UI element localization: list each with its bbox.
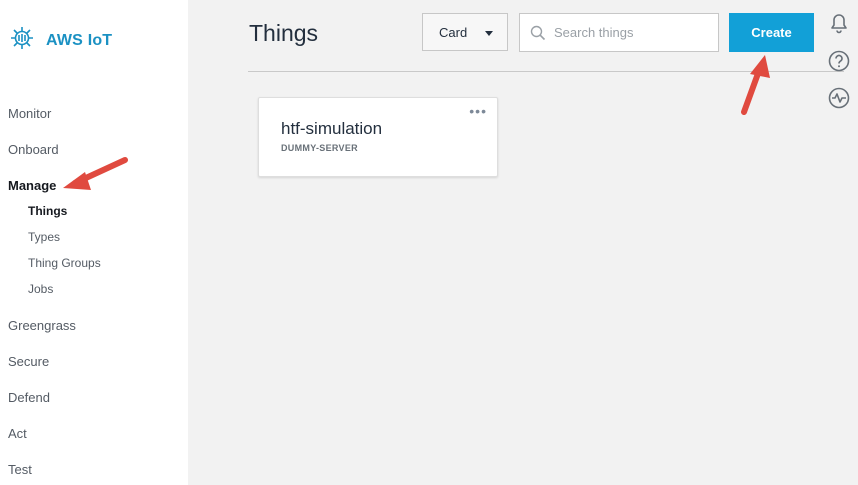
more-horizontal-icon[interactable]: •••: [469, 103, 487, 119]
thing-type: DUMMY-SERVER: [281, 143, 358, 153]
view-mode-value: Card: [439, 24, 468, 40]
search-box[interactable]: [519, 13, 719, 52]
search-icon: [530, 25, 546, 41]
sidebar-item-monitor[interactable]: Monitor: [8, 106, 51, 121]
sidebar-item-secure[interactable]: Secure: [8, 354, 49, 369]
bell-icon[interactable]: [828, 11, 850, 40]
main-content: Things Card Create htf-simulation DUMMY-…: [188, 0, 858, 485]
header-divider: [248, 71, 844, 72]
search-input[interactable]: [552, 24, 716, 41]
thing-name: htf-simulation: [281, 119, 383, 138]
thing-card[interactable]: htf-simulation DUMMY-SERVER •••: [258, 97, 498, 177]
page-title: Things: [249, 20, 319, 46]
brand-name: AWS IoT: [46, 31, 113, 49]
sidebar-item-manage[interactable]: Manage: [8, 178, 56, 193]
sidebar-item-onboard[interactable]: Onboard: [8, 142, 59, 157]
view-mode-select[interactable]: Card: [422, 13, 508, 51]
sidebar-item-greengrass[interactable]: Greengrass: [8, 318, 76, 333]
sidebar-item-test[interactable]: Test: [8, 462, 32, 477]
sidebar-item-act[interactable]: Act: [8, 426, 27, 441]
sidebar-subitem-thing-groups[interactable]: Thing Groups: [28, 256, 101, 270]
aws-iot-logo-icon: [8, 24, 36, 57]
sidebar-subitem-jobs[interactable]: Jobs: [28, 282, 53, 296]
caret-down-icon: [485, 31, 493, 36]
help-icon[interactable]: [828, 49, 850, 78]
activity-icon[interactable]: [828, 86, 850, 115]
sidebar-item-defend[interactable]: Defend: [8, 390, 50, 405]
sidebar-subitem-things[interactable]: Things: [28, 204, 67, 218]
create-button[interactable]: Create: [729, 13, 814, 52]
sidebar-subitem-types[interactable]: Types: [28, 230, 60, 244]
sidebar: AWS IoT Monitor Onboard Manage Things Ty…: [0, 0, 188, 485]
brand-logo[interactable]: AWS IoT: [8, 24, 112, 57]
